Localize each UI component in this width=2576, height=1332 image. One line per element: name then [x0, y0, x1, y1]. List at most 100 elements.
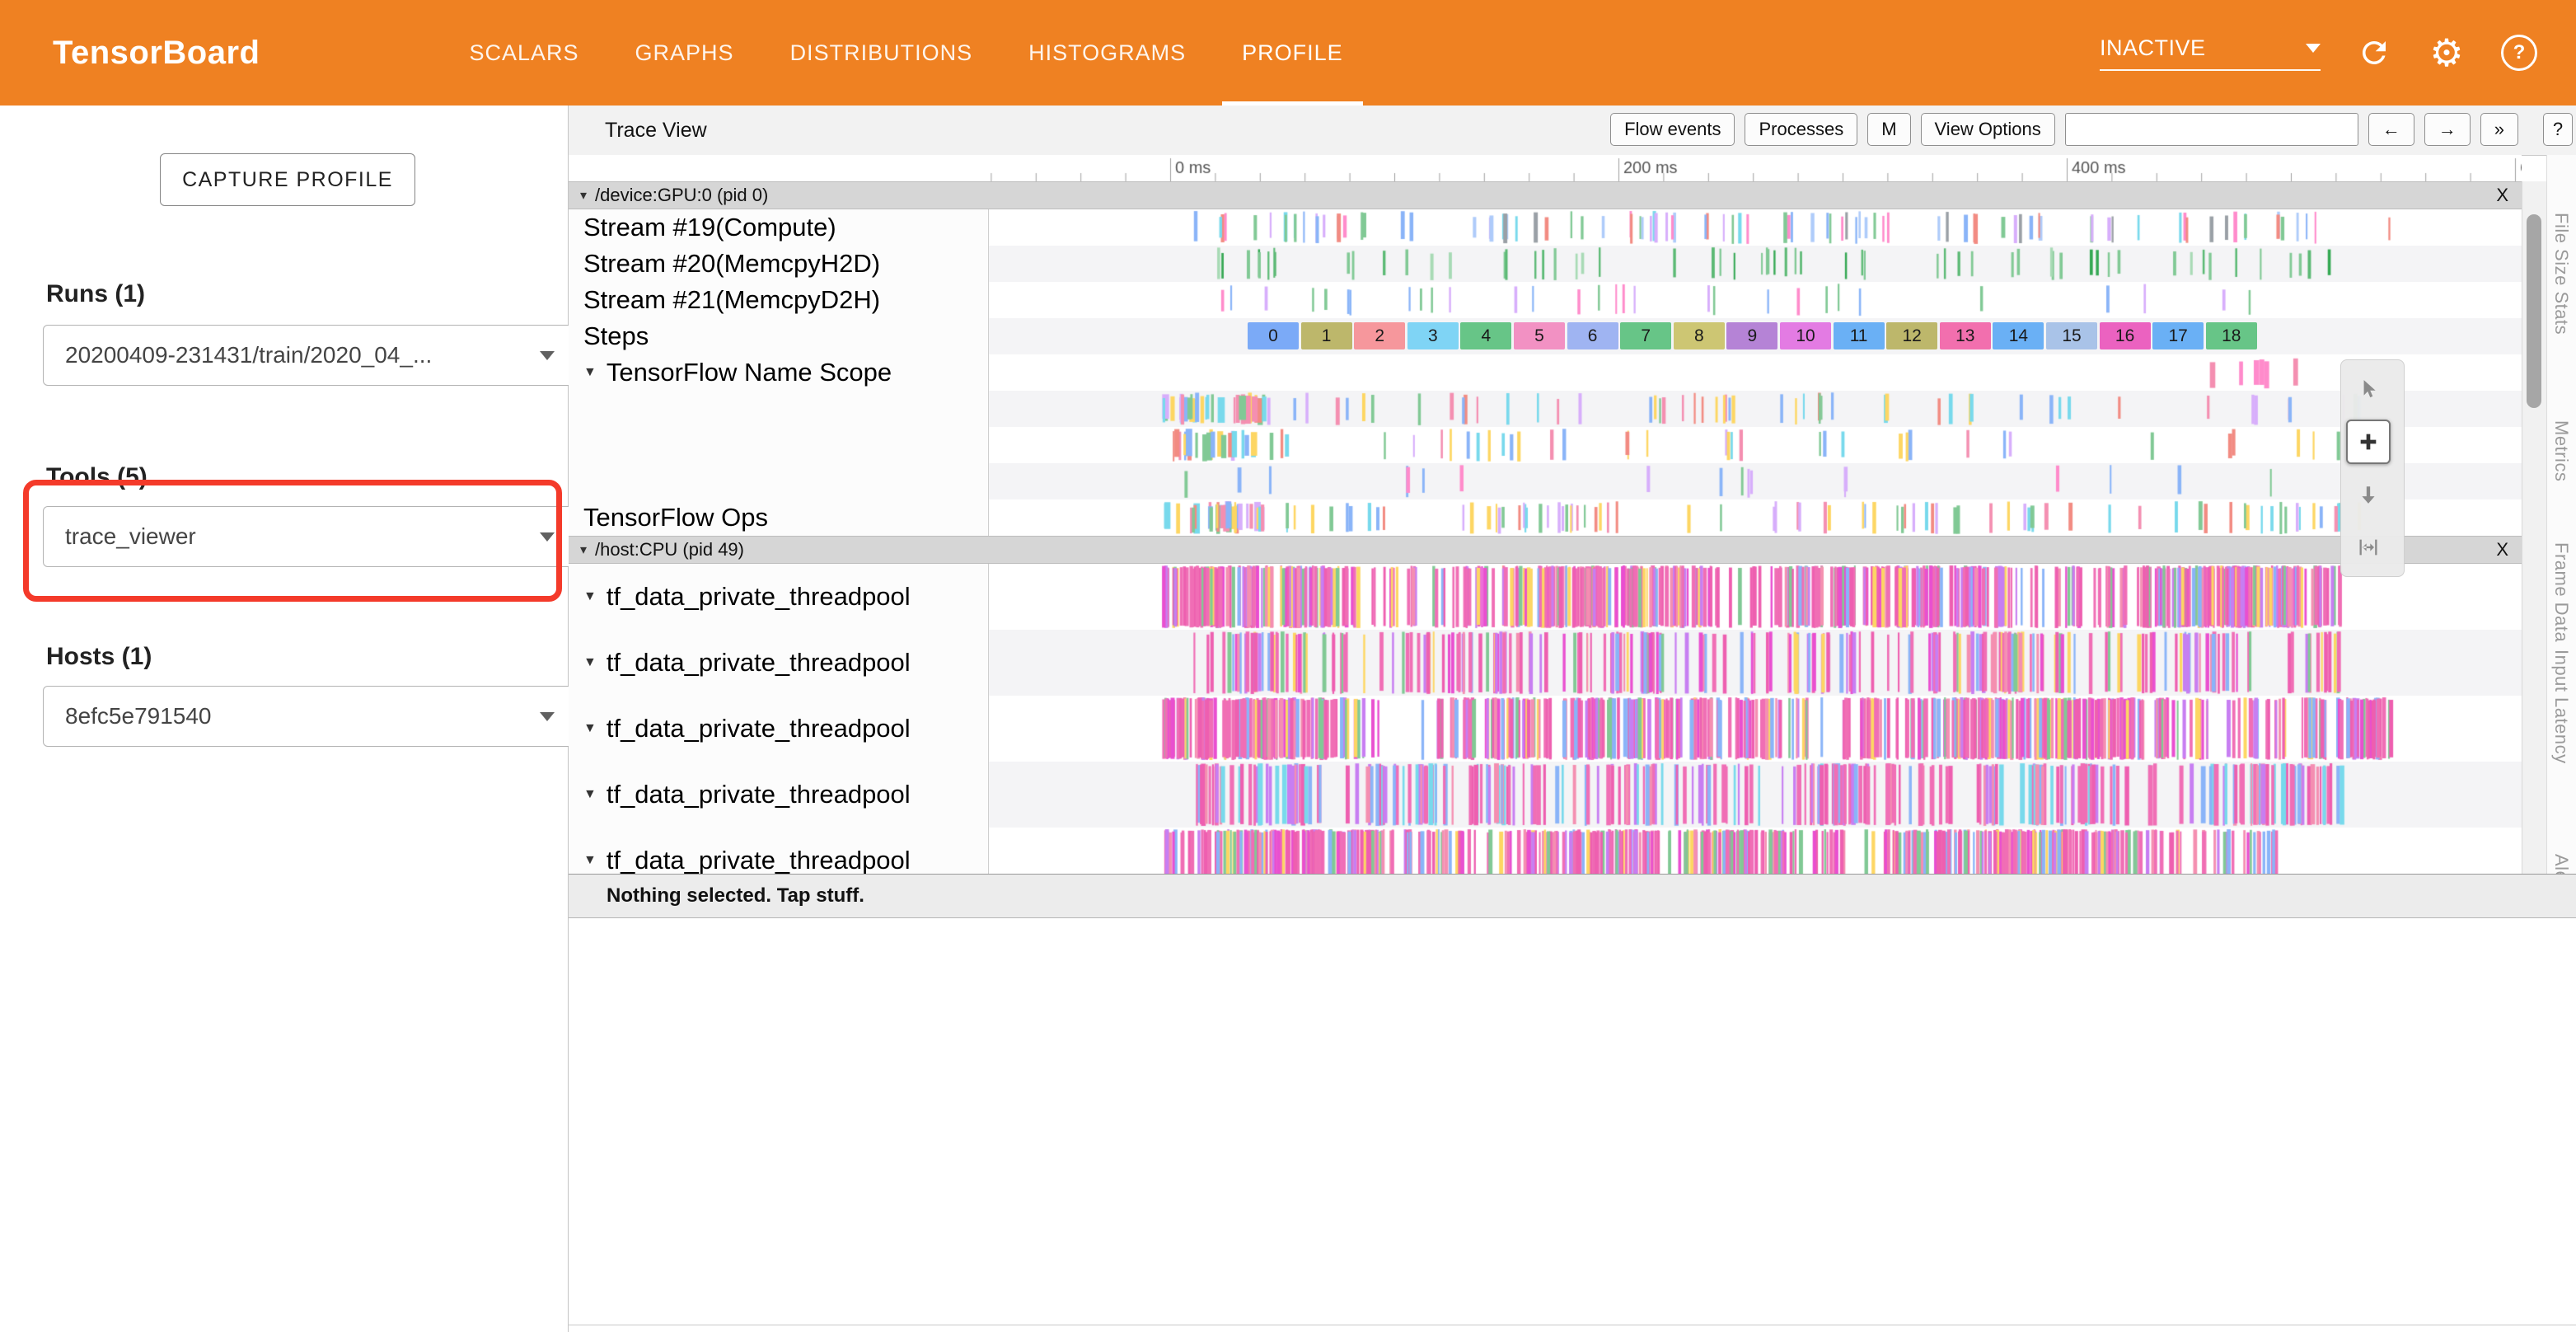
trace-lane[interactable]: [989, 427, 2522, 463]
status-label: INACTIVE: [2100, 35, 2206, 61]
trace-help-button[interactable]: ?: [2543, 113, 2573, 146]
gpu-section-close-button[interactable]: X: [2496, 185, 2508, 206]
step-block[interactable]: 1: [1301, 322, 1352, 349]
timing-tool-button[interactable]: [2346, 525, 2391, 570]
step-block[interactable]: 17: [2152, 322, 2204, 349]
trace-lane[interactable]: [989, 564, 2522, 630]
collapse-caret-icon[interactable]: ▼: [583, 853, 597, 868]
collapse-caret-icon[interactable]: ▼: [583, 589, 597, 604]
scrollbar-thumb[interactable]: [2527, 214, 2541, 408]
tab-distributions[interactable]: DISTRIBUTIONS: [762, 0, 1001, 106]
trace-lane[interactable]: [989, 391, 2522, 427]
tab-scalars[interactable]: SCALARS: [441, 0, 607, 106]
trace-lane[interactable]: [989, 828, 2522, 874]
trace-marks-canvas[interactable]: [989, 282, 2522, 318]
pan-tool-button[interactable]: [2346, 472, 2391, 517]
step-block[interactable]: 5: [1514, 322, 1565, 349]
more-button[interactable]: »: [2480, 113, 2518, 146]
hosts-select[interactable]: 8efc5e791540: [43, 686, 577, 747]
track-label-text: Stream #21(MemcpyD2H): [583, 285, 880, 315]
trace-lane[interactable]: [989, 246, 2522, 282]
collapse-caret-icon[interactable]: ▼: [583, 655, 597, 670]
step-block[interactable]: 8: [1674, 322, 1725, 349]
capture-profile-button[interactable]: CAPTURE PROFILE: [160, 153, 415, 206]
trace-marks-canvas[interactable]: [989, 209, 2522, 246]
track-row: Stream #21(MemcpyD2H): [569, 282, 2522, 318]
step-block[interactable]: 6: [1567, 322, 1618, 349]
tab-input-latency[interactable]: Input Latency: [2550, 650, 2572, 764]
step-block[interactable]: 9: [1726, 322, 1777, 349]
zoom-tool-button[interactable]: [2346, 420, 2391, 464]
trace-lane[interactable]: [989, 762, 2522, 828]
step-block[interactable]: 12: [1886, 322, 1937, 349]
trace-lane[interactable]: [989, 463, 2522, 500]
trace-lane[interactable]: [989, 282, 2522, 318]
selection-tool-button[interactable]: [2346, 367, 2391, 411]
next-button[interactable]: →: [2424, 113, 2471, 146]
trace-lane[interactable]: [989, 630, 2522, 696]
cpu-section-header[interactable]: ▾ /host:CPU (pid 49) X: [569, 536, 2522, 564]
step-block[interactable]: 13: [1940, 322, 1991, 349]
flow-events-button[interactable]: Flow events: [1610, 113, 1735, 146]
refresh-button[interactable]: [2355, 34, 2393, 72]
collapse-caret-icon[interactable]: ▼: [583, 365, 597, 380]
view-options-button[interactable]: View Options: [1921, 113, 2055, 146]
tools-select[interactable]: trace_viewer: [43, 506, 577, 567]
tab-frame-data[interactable]: Frame Data: [2550, 542, 2572, 642]
step-block[interactable]: 0: [1248, 322, 1299, 349]
trace-lane[interactable]: [989, 500, 2522, 536]
tab-metrics[interactable]: Metrics: [2550, 420, 2572, 481]
trace-lane[interactable]: [989, 209, 2522, 246]
metadata-button[interactable]: M: [1867, 113, 1910, 146]
step-block[interactable]: 7: [1620, 322, 1671, 349]
gpu-section-header[interactable]: ▾ /device:GPU:0 (pid 0) X: [569, 181, 2522, 209]
cpu-section-close-button[interactable]: X: [2496, 539, 2508, 560]
help-button[interactable]: ?: [2500, 34, 2538, 72]
trace-lane[interactable]: [989, 354, 2522, 391]
step-block[interactable]: 15: [2046, 322, 2097, 349]
trace-search-input[interactable]: [2065, 113, 2358, 146]
trace-marks-canvas[interactable]: [989, 354, 2522, 391]
collapse-caret-icon[interactable]: ▼: [583, 721, 597, 736]
trace-marks-canvas[interactable]: [989, 391, 2522, 427]
tools-select-value: trace_viewer: [65, 523, 196, 550]
trace-marks-canvas[interactable]: [989, 696, 2522, 762]
collapse-caret-icon[interactable]: ▾: [580, 542, 587, 558]
step-block[interactable]: 4: [1460, 322, 1511, 349]
track-label-tf-data-private-threadpool[interactable]: ▼tf_data_private_threadpool: [569, 630, 989, 696]
settings-button[interactable]: ⚙: [2428, 34, 2466, 72]
tab-histograms[interactable]: HISTOGRAMS: [1000, 0, 1214, 106]
trace-marks-canvas[interactable]: [989, 762, 2522, 828]
prev-button[interactable]: ←: [2368, 113, 2414, 146]
collapse-caret-icon[interactable]: ▼: [583, 787, 597, 802]
step-block[interactable]: 18: [2206, 322, 2257, 349]
track-label-tf-data-private-threadpool[interactable]: ▼tf_data_private_threadpool: [569, 762, 989, 828]
step-block[interactable]: 2: [1354, 322, 1405, 349]
step-block[interactable]: 11: [1834, 322, 1885, 349]
step-block[interactable]: 16: [2100, 322, 2151, 349]
track-label-tf-data-private-threadpool[interactable]: ▼tf_data_private_threadpool: [569, 828, 989, 874]
trace-marks-canvas[interactable]: [989, 630, 2522, 696]
status-dropdown[interactable]: INACTIVE: [2100, 35, 2321, 71]
tab-file-size-stats[interactable]: File Size Stats: [2550, 213, 2572, 335]
trace-marks-canvas[interactable]: [989, 246, 2522, 282]
step-block[interactable]: 3: [1407, 322, 1459, 349]
trace-marks-canvas[interactable]: [989, 500, 2522, 536]
trace-marks-canvas[interactable]: [989, 427, 2522, 463]
runs-select[interactable]: 20200409-231431/train/2020_04_...: [43, 325, 577, 386]
step-block[interactable]: 10: [1780, 322, 1831, 349]
track-label-tf-data-private-threadpool[interactable]: ▼tf_data_private_threadpool: [569, 696, 989, 762]
tab-graphs[interactable]: GRAPHS: [607, 0, 762, 106]
step-block[interactable]: 14: [1993, 322, 2044, 349]
collapse-caret-icon[interactable]: ▾: [580, 187, 587, 204]
steps-lane[interactable]: 0123456789101112131415161718: [989, 318, 2522, 354]
trace-marks-canvas[interactable]: [989, 564, 2522, 630]
trace-lane[interactable]: [989, 696, 2522, 762]
vertical-scrollbar[interactable]: [2522, 181, 2547, 874]
track-label-tf-data-private-threadpool[interactable]: ▼tf_data_private_threadpool: [569, 564, 989, 630]
track-label-tensorflow-name-scope[interactable]: ▼TensorFlow Name Scope: [569, 354, 989, 391]
trace-marks-canvas[interactable]: [989, 828, 2522, 874]
tab-profile[interactable]: PROFILE: [1214, 0, 1371, 106]
processes-button[interactable]: Processes: [1745, 113, 1857, 146]
trace-marks-canvas[interactable]: [989, 463, 2522, 500]
